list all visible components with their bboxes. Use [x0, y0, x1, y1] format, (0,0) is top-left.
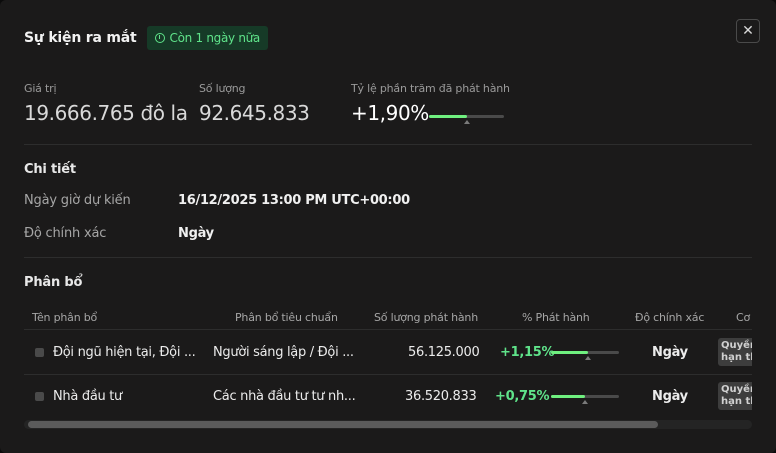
allocation-title: Phân bổ — [24, 275, 83, 290]
row-precision: Ngày — [652, 389, 688, 404]
stat-value-total: Giá trị 19.666.765 đô la — [24, 82, 188, 125]
countdown-text: Còn 1 ngày nữa — [169, 31, 261, 45]
detail-label-date: Ngày giờ dự kiến — [24, 193, 131, 208]
stat-label: Giá trị — [24, 82, 57, 95]
row-divider — [24, 374, 752, 375]
stat-value: +1,90% — [351, 101, 429, 125]
row-amount: 56.125.000 — [408, 345, 480, 360]
allocation-table: Tên phân bổ Phân bổ tiêu chuẩn Số lượng … — [24, 306, 752, 416]
detail-label-precision: Độ chính xác — [24, 226, 107, 241]
row-checkbox[interactable] — [35, 392, 44, 401]
details-title: Chi tiết — [24, 162, 76, 177]
row-percent: +0,75% — [495, 389, 550, 404]
detail-value-date: 16/12/2025 13:00 PM UTC+00:00 — [178, 193, 410, 208]
horizontal-scrollbar[interactable] — [24, 420, 752, 429]
row-percent: +1,15% — [500, 345, 555, 360]
stat-release-percent: Tỷ lệ phần trăm đã phát hành +1,90% — [351, 82, 510, 125]
row-progress-bar — [551, 351, 619, 360]
progress-marker — [585, 356, 592, 360]
row-name: Nhà đầu tư — [53, 389, 122, 404]
launch-event-modal: Sự kiện ra mắt Còn 1 ngày nữa ✕ Giá trị … — [0, 0, 776, 453]
stat-value: 92.645.833 — [199, 101, 310, 125]
countdown-badge: Còn 1 ngày nữa — [146, 26, 268, 50]
progress-fill — [551, 395, 585, 398]
divider — [24, 144, 752, 145]
row-amount: 36.520.833 — [405, 389, 477, 404]
detail-value-precision: Ngày — [178, 226, 214, 241]
row-divider — [24, 329, 752, 330]
progress-fill — [551, 351, 589, 354]
row-name: Đội ngũ hiện tại, Đội ... — [53, 345, 196, 360]
row-standard: Người sáng lập / Đội ... — [213, 345, 354, 360]
progress-marker — [463, 120, 470, 124]
row-tag: Quyền hạn th — [718, 382, 752, 410]
row-precision: Ngày — [652, 345, 688, 360]
column-header-precision: Độ chính xác — [635, 311, 705, 324]
stat-quantity: Số lượng 92.645.833 — [199, 82, 310, 125]
stat-label: Tỷ lệ phần trăm đã phát hành — [351, 82, 510, 95]
column-header-amount: Số lượng phát hành — [374, 311, 478, 324]
column-header-percent: % Phát hành — [522, 311, 590, 324]
row-standard: Các nhà đầu tư tư nh... — [213, 389, 356, 404]
row-checkbox[interactable] — [35, 348, 44, 357]
close-button[interactable]: ✕ — [736, 19, 760, 43]
stat-label: Số lượng — [199, 82, 246, 95]
modal-header: Sự kiện ra mắt Còn 1 ngày nữa — [24, 26, 268, 50]
modal-title: Sự kiện ra mắt — [24, 30, 137, 46]
row-tag: Quyền hạn th — [718, 338, 752, 366]
stat-value: 19.666.765 đô la — [24, 101, 188, 125]
clock-icon — [154, 33, 165, 43]
row-progress-bar — [551, 395, 619, 404]
column-header-name: Tên phân bổ — [32, 311, 98, 324]
column-header-standard: Phân bổ tiêu chuẩn — [235, 311, 338, 324]
divider — [24, 257, 752, 258]
close-icon: ✕ — [742, 23, 754, 39]
progress-marker — [582, 400, 588, 404]
release-progress-bar — [429, 115, 504, 124]
progress-fill — [429, 115, 467, 118]
scrollbar-thumb[interactable] — [28, 421, 658, 428]
column-header-extra: Cơ — [736, 311, 751, 324]
